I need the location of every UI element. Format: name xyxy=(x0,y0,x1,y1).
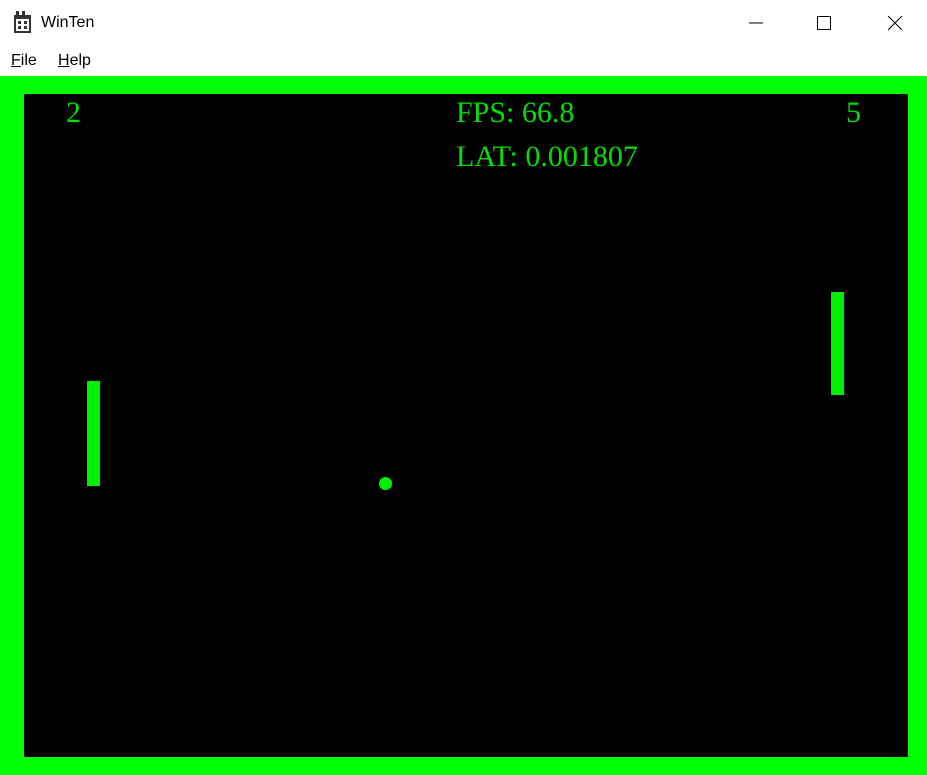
menu-file[interactable]: File xyxy=(11,51,37,71)
game-canvas[interactable]: 2 FPS: 66.8 5 LAT: 0.001807 xyxy=(24,94,908,757)
latency-readout: LAT: 0.001807 xyxy=(456,140,638,173)
left-player-score: 2 xyxy=(66,96,81,129)
left-paddle xyxy=(87,381,100,486)
right-player-score: 5 xyxy=(846,96,861,129)
menu-bar: File Help xyxy=(0,46,927,76)
maximize-icon xyxy=(817,16,831,30)
menu-help-mnemonic: H xyxy=(58,52,70,69)
menu-file-label: ile xyxy=(20,52,37,69)
right-paddle xyxy=(831,292,844,395)
minimize-button[interactable] xyxy=(733,0,779,46)
app-window: WinTen File Help 2 FPS: 66.8 5 LAT: 0.00… xyxy=(0,0,927,775)
close-button[interactable] xyxy=(872,0,918,46)
menu-help[interactable]: Help xyxy=(58,51,91,71)
menu-help-label: elp xyxy=(69,52,91,69)
ball xyxy=(379,477,392,490)
window-title: WinTen xyxy=(41,14,95,31)
menu-file-mnemonic: F xyxy=(11,52,21,69)
fps-readout: FPS: 66.8 xyxy=(456,96,575,129)
app-icon xyxy=(14,11,31,33)
minimize-icon xyxy=(749,22,763,24)
maximize-button[interactable] xyxy=(801,0,847,46)
close-icon xyxy=(887,15,903,31)
title-bar[interactable]: WinTen xyxy=(0,0,927,46)
